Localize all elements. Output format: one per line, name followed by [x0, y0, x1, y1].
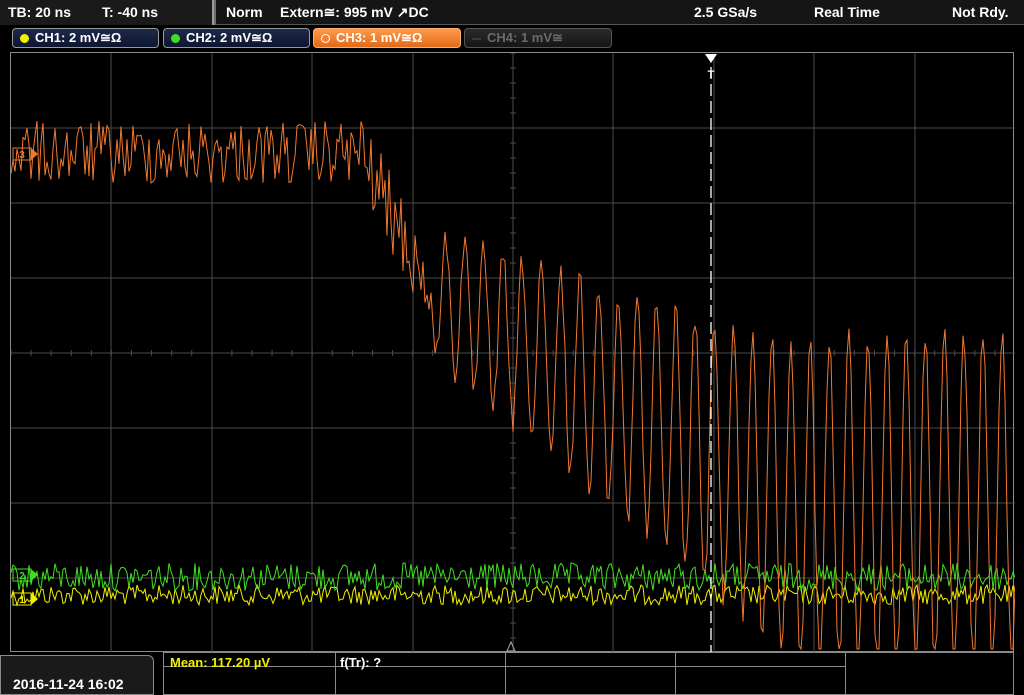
measurement-cell	[676, 653, 846, 667]
measurement-cell	[676, 667, 846, 695]
channel-4-indicator-icon	[472, 38, 481, 40]
trigger-source-label[interactable]: Extern≅: 995 mV ↗DC	[280, 4, 429, 21]
timebase-label[interactable]: TB: 20 ns	[8, 4, 71, 20]
channel-2-label: CH2: 2 mV≅Ω	[186, 30, 273, 45]
graticule-grid	[11, 53, 1015, 653]
channel-1-label: CH1: 2 mV≅Ω	[35, 30, 122, 45]
channel-bar: CH1: 2 mV≅Ω CH2: 2 mV≅Ω CH3: 1 mV≅Ω CH4:…	[0, 25, 1024, 50]
acquisition-mode-label: Real Time	[814, 4, 880, 20]
channel-2-indicator-icon	[171, 34, 180, 43]
channel-3-label: CH3: 1 mV≅Ω	[336, 30, 423, 45]
channel-1-ref-label: 1	[19, 595, 25, 606]
run-status-label: Not Rdy.	[952, 4, 1009, 20]
measurement-panel[interactable]: Mean: 117.20 µV f(Tr): ?	[163, 652, 1014, 695]
measurement-cell	[506, 653, 676, 667]
channel-3-indicator-icon	[321, 34, 330, 43]
trigger-mode-label[interactable]: Norm	[226, 4, 263, 20]
channel-2-ref-label: 2	[19, 571, 25, 582]
rise-time-measurement[interactable]: f(Tr): ?	[340, 655, 381, 670]
datetime-label: 2016-11-24 16:02	[13, 676, 124, 692]
time-reference-icon	[506, 640, 516, 652]
channel-3-ref-label: 3	[19, 150, 25, 161]
timebase-panel[interactable]: TB: 20 ns T: -40 ns	[0, 0, 214, 25]
waveform-display[interactable]: T 3 2 1	[10, 52, 1015, 653]
channel-3-button[interactable]: CH3: 1 mV≅Ω	[313, 28, 461, 48]
measurement-cell	[336, 667, 506, 695]
status-bar: TB: 20 ns T: -40 ns Norm Extern≅: 995 mV…	[0, 0, 1024, 25]
channel-2-button[interactable]: CH2: 2 mV≅Ω	[163, 28, 310, 48]
channel-4-label: CH4: 1 mV≅	[487, 30, 563, 45]
waveform-plot[interactable]: T 3 2 1	[11, 53, 1015, 653]
channel-4-button[interactable]: CH4: 1 mV≅	[464, 28, 612, 48]
trigger-offset-label[interactable]: T: -40 ns	[102, 4, 158, 20]
sample-rate-label: 2.5 GSa/s	[694, 4, 758, 20]
trigger-arrow-icon[interactable]	[705, 54, 717, 63]
channel-1-indicator-icon	[20, 34, 29, 43]
channel-1-button[interactable]: CH1: 2 mV≅Ω	[12, 28, 159, 48]
measurement-cell	[506, 667, 676, 695]
mean-measurement[interactable]: Mean: 117.20 µV	[170, 655, 270, 670]
measurement-cell	[164, 667, 336, 695]
trigger-marker: T	[708, 69, 715, 81]
datetime-panel: 2016-11-24 16:02	[0, 655, 154, 695]
acquisition-status-panel: Norm Extern≅: 995 mV ↗DC 2.5 GSa/s Real …	[216, 0, 1024, 25]
